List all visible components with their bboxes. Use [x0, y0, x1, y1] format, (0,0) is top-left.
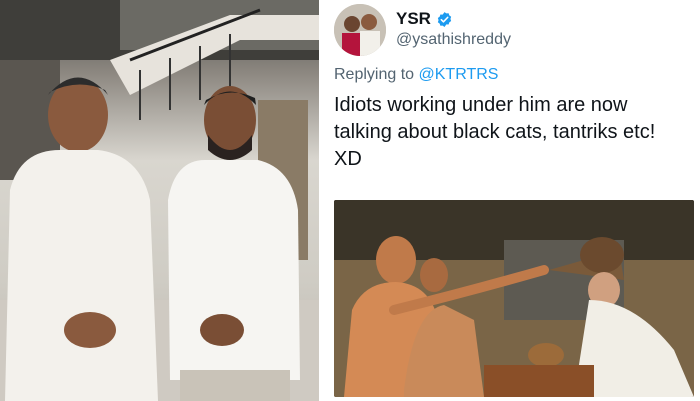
tweet-media-photo[interactable] [334, 200, 694, 397]
tweet-media-illustration [334, 200, 694, 397]
reply-mention-link[interactable]: @KTRTRS [419, 66, 499, 83]
avatar[interactable] [334, 4, 386, 56]
display-name[interactable]: YSR [396, 9, 431, 29]
tweet-card: YSR @ysathishreddy Replying to @KTRTRS I… [328, 0, 700, 401]
name-row: YSR [396, 9, 453, 29]
verified-badge-icon [437, 11, 452, 27]
reply-line: Replying to @KTRTRS [334, 66, 498, 84]
avatar-photo [334, 4, 386, 56]
left-photo [0, 0, 319, 401]
left-photo-illustration [0, 0, 319, 401]
divider [319, 0, 328, 401]
tweet-text: Idiots working under him are now talking… [334, 94, 656, 170]
handle[interactable]: @ysathishreddy [396, 31, 511, 49]
reply-prefix: Replying to [334, 66, 415, 83]
